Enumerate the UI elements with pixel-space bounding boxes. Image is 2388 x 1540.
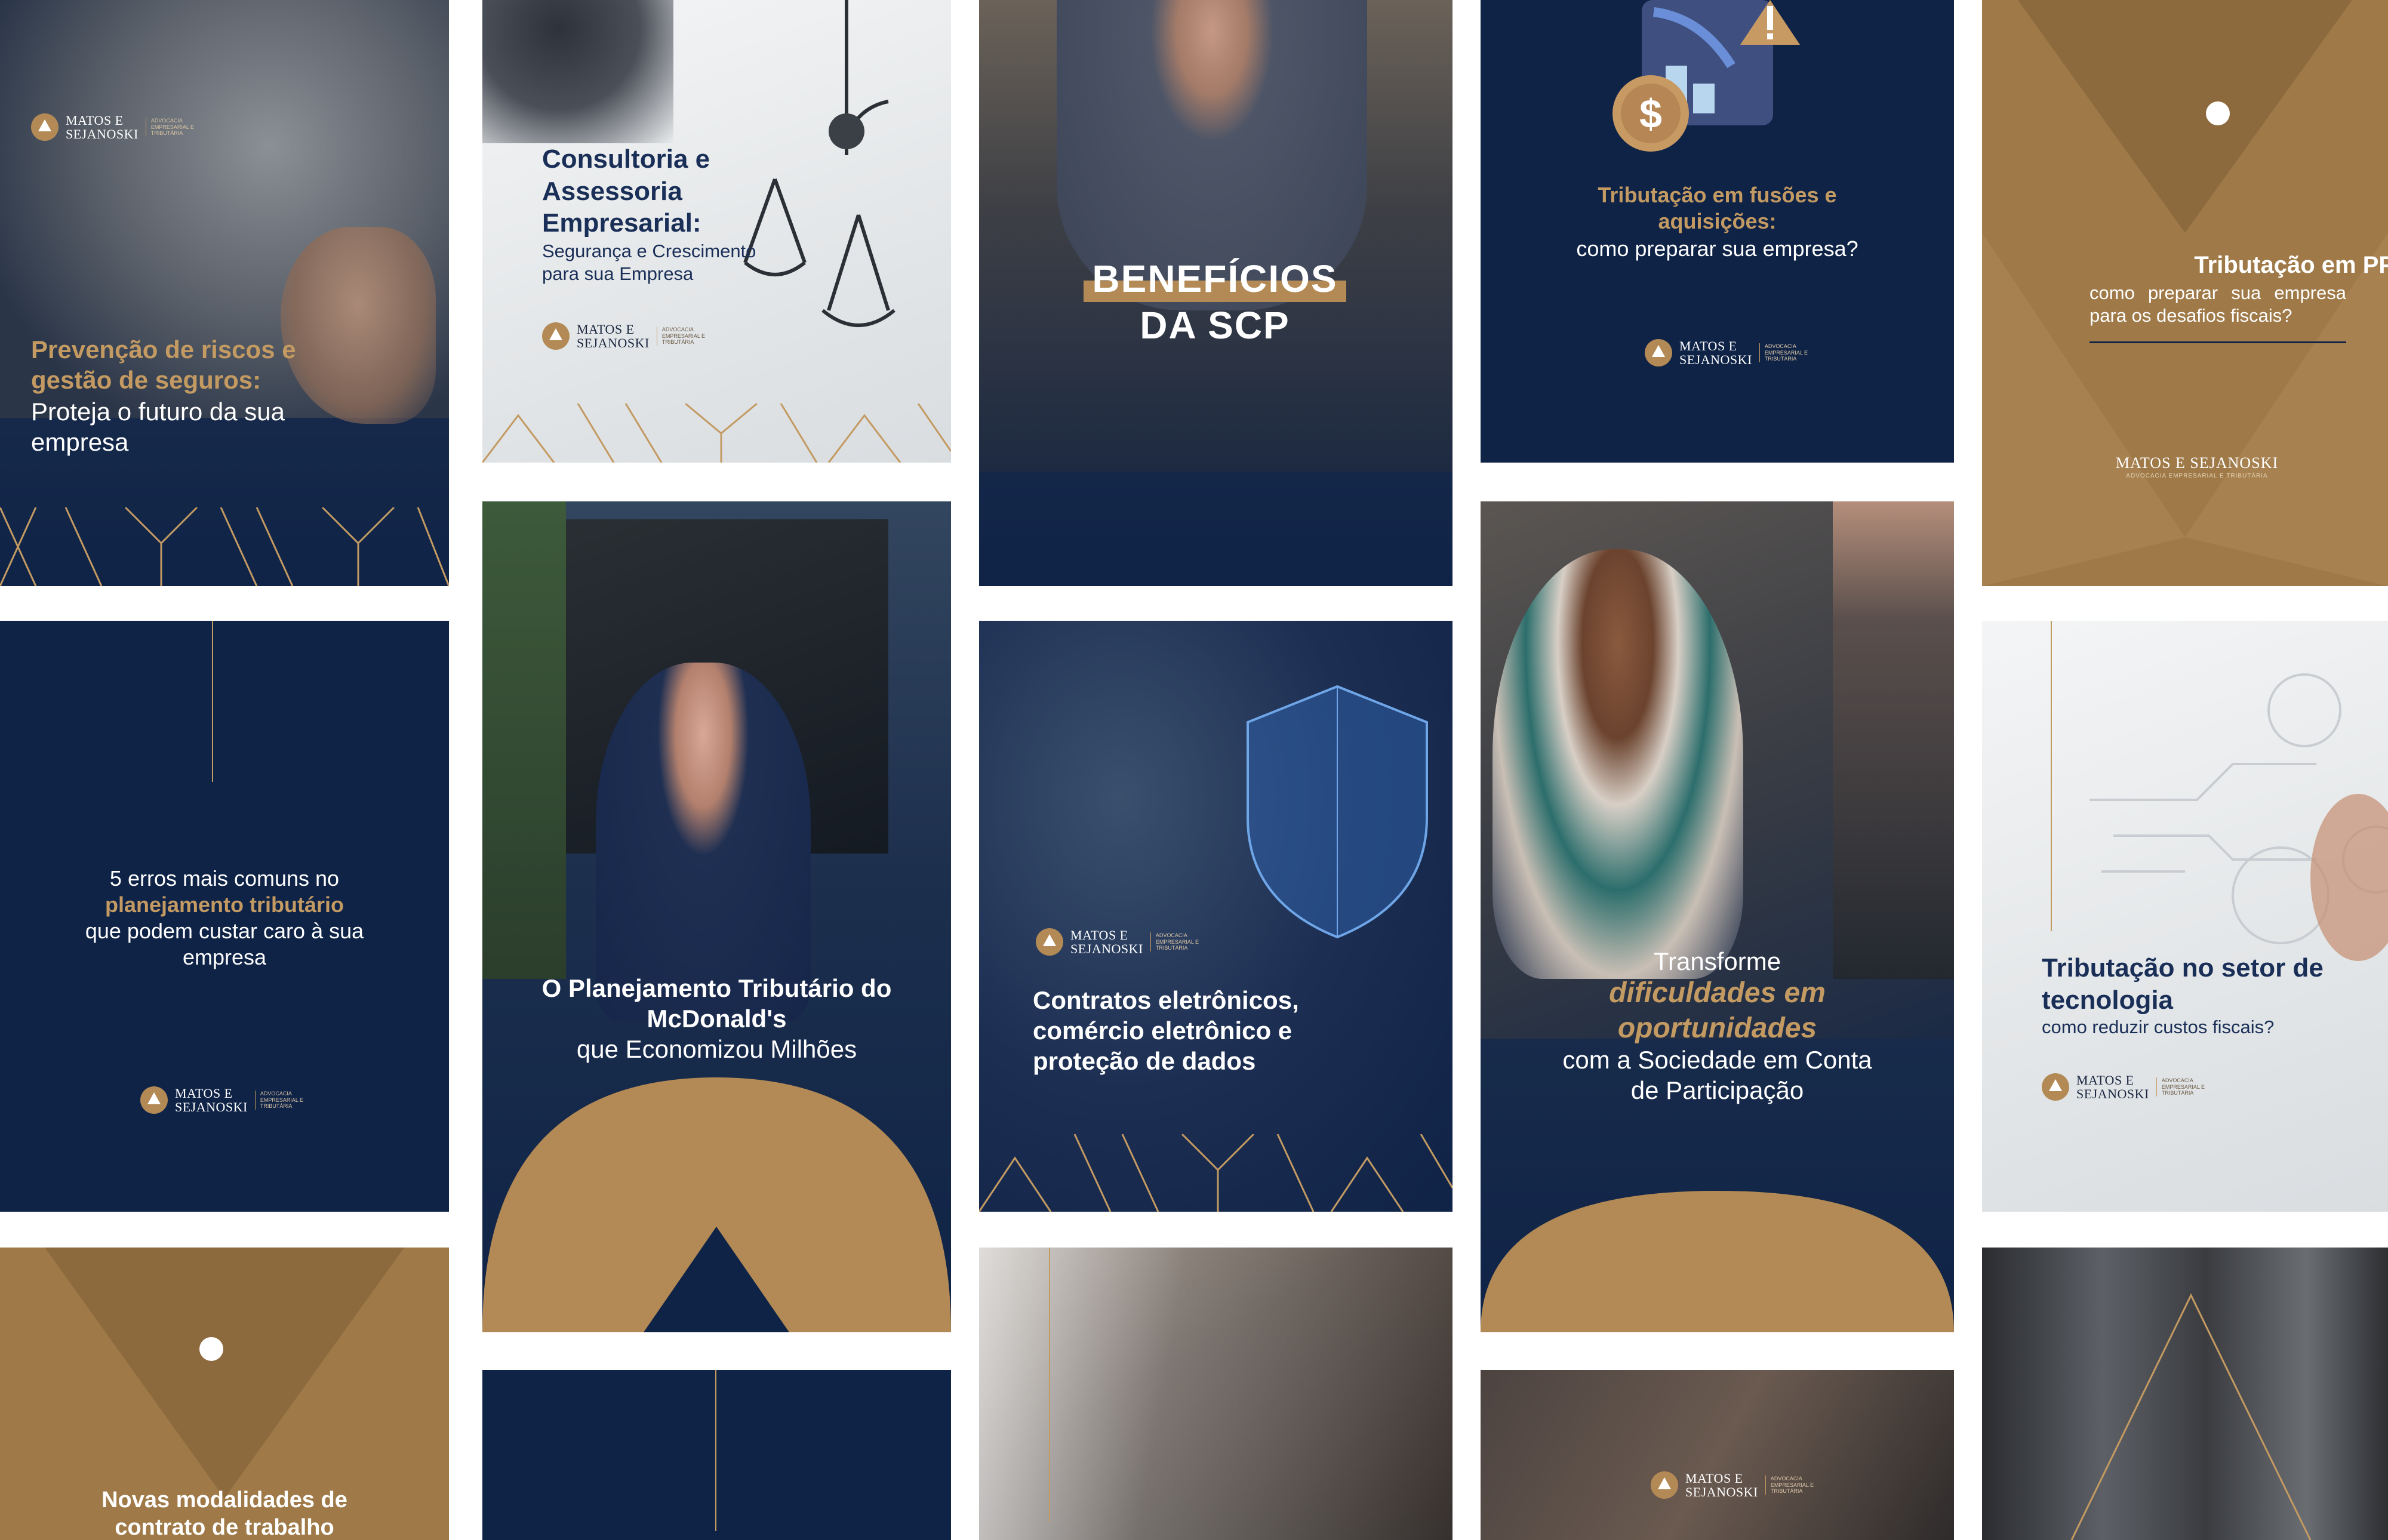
- dollar-coin-icon: $: [1612, 75, 1689, 152]
- logo-mark-icon: [31, 113, 59, 141]
- card-text-line3: que podem custar caro à sua empresa: [85, 919, 364, 969]
- card-logo-photo-bottom[interactable]: MATOS E SEJANOSKI ADVOCACIA EMPRESARIAL …: [1481, 1370, 1954, 1540]
- card-consultoria[interactable]: Consultoria e Assessoria Empresarial: Se…: [482, 0, 951, 463]
- gold-pattern-decoration: [979, 1134, 1453, 1212]
- card-beneficios-scp[interactable]: BENEFÍCIOS DA SCP: [979, 0, 1453, 586]
- card-subtitle: como preparar sua empresa?: [1576, 236, 1858, 261]
- logo-mark-icon: [1645, 339, 1672, 367]
- card-title: Consultoria e Assessoria Empresarial:: [542, 144, 710, 238]
- card-columns-bottom[interactable]: [1982, 1248, 2388, 1540]
- brand-logo: MATOS E SEJANOSKI ADVOCACIA EMPRESARIAL …: [1645, 339, 1813, 366]
- card-contratos-eletronicos[interactable]: MATOS E SEJANOSKI ADVOCACIA EMPRESARIAL …: [979, 621, 1453, 1212]
- vertical-gold-line: [2051, 621, 2052, 931]
- brand-logo: MATOS E SEJANOSKI ADVOCACIA EMPRESARIAL …: [31, 113, 199, 141]
- statue-photo: [482, 0, 673, 143]
- brand-name: MATOS E SEJANOSKI: [175, 1086, 248, 1115]
- logo-mark-icon: [2206, 101, 2230, 125]
- brand-name: MATOS E SEJANOSKI: [66, 113, 139, 142]
- svg-text:$: $: [1639, 91, 1662, 137]
- card-navy-bottom[interactable]: [482, 1370, 951, 1540]
- card-title: Tributação em PPPs: [2194, 252, 2388, 278]
- card-5-erros[interactable]: 5 erros mais comuns no planejamento trib…: [0, 621, 449, 1212]
- brand-tagline: ADVOCACIA EMPRESARIAL E TRIBUTÁRIA: [254, 1090, 309, 1110]
- logo-mark-icon: [1036, 928, 1063, 956]
- card-text-gold: planejamento tributário: [104, 892, 344, 917]
- gold-triangle-decoration: [2070, 1293, 2312, 1540]
- gold-semicircle-decoration: [482, 1077, 951, 1332]
- brand-tagline: ADVOCACIA EMPRESARIAL E TRIBUTÁRIA: [656, 326, 710, 346]
- card-title: Tributação no setor de tecnologia: [2042, 953, 2324, 1015]
- vertical-gold-line: [212, 621, 213, 782]
- card-text-line1: Transforme: [1653, 947, 1781, 975]
- brand-name: MATOS E SEJANOSKI: [1685, 1471, 1758, 1500]
- shield-icon: [1247, 685, 1428, 939]
- gold-semicircle-decoration: [1481, 1191, 1954, 1332]
- logo-mark-icon: [140, 1086, 168, 1114]
- brand-logo: MATOS E SEJANOSKI ADVOCACIA EMPRESARIAL …: [140, 1086, 309, 1114]
- brand-logo: MATOS E SEJANOSKI ADVOCACIA EMPRESARIAL …: [542, 322, 710, 350]
- card-novas-modalidades[interactable]: Novas modalidades de contrato de trabalh…: [0, 1248, 449, 1540]
- card-mcdonalds[interactable]: O Planejamento Tributário do McDonald's …: [482, 501, 951, 1332]
- brand-logo: MATOS E SEJANOSKI ADVOCACIA EMPRESARIAL …: [2042, 1073, 2210, 1101]
- man-back-photo: [1833, 501, 1954, 979]
- logo-mark-icon: [2042, 1073, 2069, 1101]
- card-subtitle: que Economizou Milhões: [576, 1035, 857, 1063]
- brand-tagline: ADVOCACIA EMPRESARIAL E TRIBUTÁRIA: [1759, 343, 1813, 363]
- blurred-photo: [1481, 1370, 1954, 1540]
- card-title: Novas modalidades de contrato de trabalh…: [101, 1487, 347, 1540]
- trees-photo: [482, 501, 566, 979]
- card-text-line1: 5 erros mais comuns no: [109, 866, 340, 891]
- brand-name: MATOS E SEJANOSKI: [2076, 1073, 2149, 1102]
- brand-name: MATOS E SEJANOSKI: [1070, 928, 1143, 957]
- warning-icon: [1740, 0, 1800, 45]
- card-title: Prevenção de riscos e gestão de seguros:: [31, 335, 296, 395]
- logo-mark-icon: [542, 322, 570, 350]
- card-prevencao-riscos[interactable]: MATOS E SEJANOSKI ADVOCACIA EMPRESARIAL …: [0, 0, 449, 586]
- card-fusoes-aquisicoes[interactable]: $ Tributação em fusões e aquisições: com…: [1481, 0, 1954, 463]
- gold-pattern-decoration: [0, 507, 449, 586]
- card-title: O Planejamento Tributário do McDonald's: [541, 974, 892, 1033]
- card-subtitle: Proteja o futuro da sua empresa: [31, 398, 285, 457]
- card-title: BENEFÍCIOS DA SCP: [1092, 257, 1338, 347]
- brand-logo: MATOS E SEJANOSKI ADVOCACIA EMPRESARIAL …: [1651, 1471, 1819, 1499]
- brand-tagline-footer: ADVOCACIA EMPRESARIAL E TRIBUTÁRIA: [2126, 473, 2268, 479]
- card-subtitle: como reduzir custos fiscais?: [2042, 1017, 2275, 1037]
- card-text-gold: dificuldades em oportunidades: [1609, 977, 1826, 1044]
- divider-line: [2090, 341, 2346, 343]
- card-tecnologia[interactable]: Tributação no setor de tecnologia como r…: [1982, 621, 2388, 1212]
- brand-tagline: ADVOCACIA EMPRESARIAL E TRIBUTÁRIA: [1765, 1475, 1819, 1495]
- brand-logo: MATOS E SEJANOSKI ADVOCACIA EMPRESARIAL …: [1036, 928, 1204, 956]
- card-subtitle: como preparar sua empresa para os desafi…: [2090, 282, 2346, 326]
- card-ppps[interactable]: Tributação em PPPs como preparar sua emp…: [1982, 0, 2388, 586]
- gold-pattern-decoration: [482, 404, 951, 463]
- vertical-gold-line: [1049, 1248, 1050, 1522]
- brand-tagline: ADVOCACIA EMPRESARIAL E TRIBUTÁRIA: [2156, 1077, 2210, 1097]
- card-title: Contratos eletrônicos, comércio eletrôni…: [1033, 986, 1299, 1076]
- logo-mark-icon: [199, 1337, 223, 1361]
- brand-name: MATOS E SEJANOSKI: [577, 322, 650, 351]
- logo-mark-icon: [1651, 1471, 1678, 1499]
- man-photo: [596, 663, 811, 1021]
- card-subtitle: Segurança e Crescimento para sua Empresa: [542, 241, 756, 284]
- woman-photo: [1492, 549, 1743, 979]
- brand-name-footer: MATOS E SEJANOSKI: [2115, 454, 2279, 472]
- card-photo-bottom[interactable]: [979, 1248, 1453, 1540]
- brand-tagline: ADVOCACIA EMPRESARIAL E TRIBUTÁRIA: [1150, 932, 1204, 952]
- tech-circuit-decoration: [2090, 673, 2388, 961]
- vertical-gold-line: [715, 1370, 716, 1531]
- brand-name: MATOS E SEJANOSKI: [1679, 338, 1752, 368]
- card-title: Tributação em fusões e aquisições:: [1598, 183, 1837, 233]
- brand-tagline: ADVOCACIA EMPRESARIAL E TRIBUTÁRIA: [145, 117, 199, 137]
- card-transforme[interactable]: Transforme dificuldades em oportunidades…: [1481, 501, 1954, 1332]
- card-text-line3: com a Sociedade em Conta de Participação: [1562, 1046, 1872, 1105]
